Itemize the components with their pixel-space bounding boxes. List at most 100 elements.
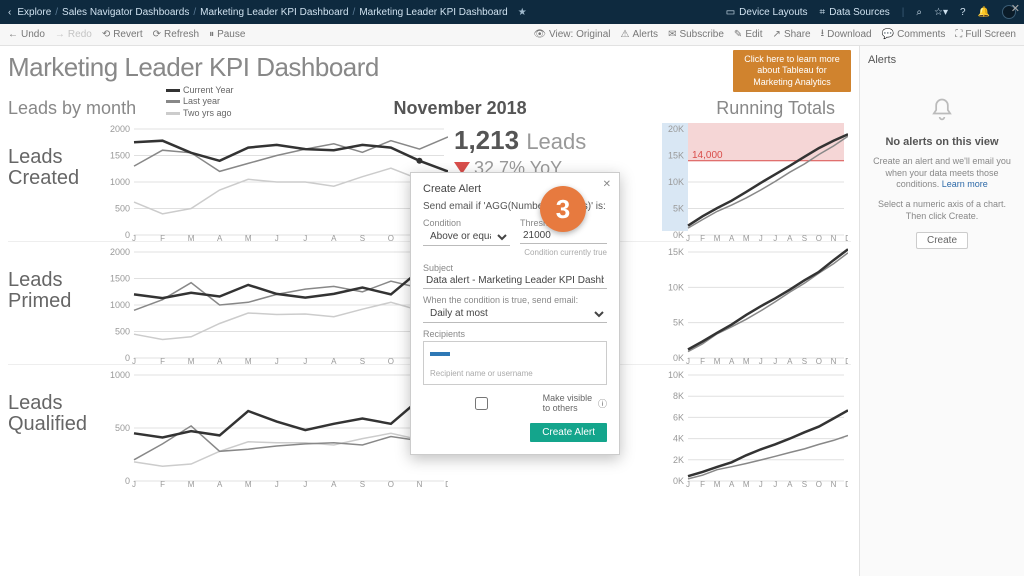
download-button[interactable]: ⭳ Download (821, 26, 872, 43)
subscribe-button[interactable]: ✉ Subscribe (668, 29, 724, 40)
crumb-2[interactable]: Marketing Leader KPI Dashboard (200, 7, 348, 18)
search-icon[interactable]: ⌕ (916, 7, 922, 18)
svg-text:0K: 0K (673, 230, 684, 240)
undo-button[interactable]: ← Undo (8, 29, 45, 40)
svg-text:J: J (773, 480, 777, 487)
svg-text:A: A (787, 234, 793, 241)
recipients-label: Recipients (423, 329, 607, 339)
notifications-icon[interactable]: 🔔 (978, 7, 990, 18)
recipient-chip[interactable] (430, 352, 450, 356)
svg-text:M: M (245, 480, 252, 487)
svg-text:N: N (831, 480, 837, 487)
svg-text:J: J (686, 357, 690, 364)
leads-by-month-heading: Leads by month (8, 98, 158, 119)
comments-button[interactable]: 💬 Comments (882, 29, 946, 40)
fullscreen-button[interactable]: ⛶ Full Screen (955, 29, 1016, 40)
recipients-box[interactable]: Recipient name or username (423, 341, 607, 385)
svg-text:A: A (331, 480, 337, 487)
alerts-panel: ✕ Alerts No alerts on this view Create a… (859, 46, 1024, 576)
favorites-menu-icon[interactable]: ☆▾ (934, 7, 948, 18)
learn-more-link[interactable]: Learn more (942, 179, 988, 189)
svg-text:N: N (831, 357, 837, 364)
promo-banner[interactable]: Click here to learn more about Tableau f… (733, 50, 851, 92)
svg-text:O: O (388, 357, 394, 364)
svg-text:A: A (331, 234, 337, 241)
monthly-chart[interactable]: 0500100015002000JFMAMJJASOND (98, 119, 448, 241)
svg-text:J: J (132, 480, 136, 487)
svg-text:N: N (831, 234, 837, 241)
svg-text:10K: 10K (668, 282, 684, 292)
svg-text:0: 0 (125, 476, 130, 486)
device-layouts-button[interactable]: ▭ Device Layouts (726, 7, 808, 18)
svg-text:0: 0 (125, 230, 130, 240)
svg-text:1000: 1000 (110, 177, 130, 187)
svg-text:10K: 10K (668, 177, 684, 187)
svg-text:A: A (787, 357, 793, 364)
svg-text:J: J (686, 234, 690, 241)
frequency-select[interactable]: Daily at most (423, 305, 607, 323)
crumb-0[interactable]: Explore (17, 7, 51, 18)
data-sources-button[interactable]: ⌗ Data Sources (820, 7, 890, 18)
svg-text:M: M (743, 480, 750, 487)
svg-text:0K: 0K (673, 476, 684, 486)
monthly-chart[interactable]: 05001000JFMAMJJASOND (98, 365, 448, 487)
svg-text:J: J (303, 480, 307, 487)
back-icon[interactable]: ‹ (8, 7, 11, 18)
svg-text:F: F (700, 234, 705, 241)
revert-button[interactable]: ⟲ Revert (102, 29, 143, 40)
favorite-star-icon[interactable]: ★ (518, 7, 527, 18)
share-button[interactable]: ↗ Share (773, 29, 811, 40)
alerts-button[interactable]: ⚠ Alerts (621, 29, 659, 40)
info-icon[interactable]: ⓘ (598, 397, 607, 410)
condition-select[interactable]: Above or equal to (423, 228, 510, 246)
svg-text:M: M (188, 480, 195, 487)
bell-icon (928, 96, 956, 124)
svg-text:A: A (217, 480, 223, 487)
running-total-chart[interactable]: 0K5K10K15K20K14,000JFMAMJJASOND (658, 119, 848, 241)
close-icon[interactable]: ✕ (603, 179, 611, 190)
svg-text:M: M (245, 234, 252, 241)
svg-text:A: A (729, 357, 735, 364)
running-total-chart[interactable]: 0K5K10K15KJFMAMJJASOND (658, 242, 848, 364)
svg-text:500: 500 (115, 203, 130, 213)
row-label: LeadsPrimed (8, 242, 98, 364)
view-button[interactable]: 👁 View: Original (533, 29, 610, 40)
svg-text:1000: 1000 (110, 370, 130, 380)
row-label: LeadsCreated (8, 119, 98, 241)
svg-text:M: M (743, 234, 750, 241)
monthly-chart[interactable]: 0500100015002000JFMAMJJASOND (98, 242, 448, 364)
svg-text:1500: 1500 (110, 150, 130, 160)
svg-text:2000: 2000 (110, 247, 130, 257)
svg-text:J: J (275, 234, 279, 241)
svg-text:M: M (743, 357, 750, 364)
pause-button[interactable]: ⏸ Pause (209, 29, 245, 40)
svg-text:J: J (773, 234, 777, 241)
svg-text:O: O (388, 234, 394, 241)
visible-to-others-checkbox[interactable]: Make visible to others ⓘ (423, 393, 607, 413)
svg-text:J: J (759, 234, 763, 241)
running-total-chart[interactable]: 0K2K4K6K8K10KJFMAMJJASOND (658, 365, 848, 487)
svg-text:A: A (331, 357, 337, 364)
svg-text:O: O (816, 234, 822, 241)
svg-text:S: S (802, 234, 807, 241)
subject-input[interactable] (423, 273, 607, 289)
svg-text:M: M (188, 357, 195, 364)
page-title: Marketing Leader KPI Dashboard (8, 52, 851, 83)
row-label: LeadsQualified (8, 365, 98, 487)
svg-text:J: J (132, 357, 136, 364)
refresh-button[interactable]: ⟳ Refresh (153, 29, 199, 40)
svg-text:15K: 15K (668, 150, 684, 160)
svg-text:F: F (700, 357, 705, 364)
svg-text:1500: 1500 (110, 273, 130, 283)
create-alert-submit[interactable]: Create Alert (530, 423, 607, 442)
edit-button[interactable]: ✎ Edit (734, 29, 763, 40)
svg-text:M: M (714, 234, 721, 241)
alerts-panel-text-2: Select a numeric axis of a chart. Then c… (868, 199, 1016, 222)
svg-text:F: F (700, 480, 705, 487)
crumb-1[interactable]: Sales Navigator Dashboards (62, 7, 189, 18)
create-button[interactable]: Create (916, 232, 968, 249)
help-icon[interactable]: ? (960, 7, 966, 18)
svg-text:500: 500 (115, 326, 130, 336)
close-panel-icon[interactable]: ✕ (1011, 2, 1020, 15)
dashboard-canvas: Marketing Leader KPI Dashboard Click her… (0, 46, 859, 576)
